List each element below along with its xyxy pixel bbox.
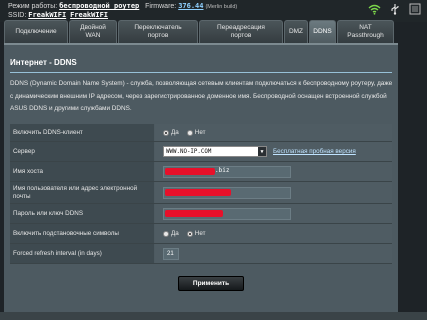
hostname-suffix: .biz — [215, 167, 230, 174]
enable-ddns-value: Да Нет — [155, 124, 392, 141]
ddns-panel: Интернет - DDNS DDNS (Dynamic Domain Nam… — [4, 43, 398, 320]
row-hostname: Имя хоста .biz — [10, 162, 392, 182]
tab-dual-wan[interactable]: Двойной WAN — [69, 20, 117, 43]
enable-no-label: Нет — [194, 129, 206, 136]
wildcard-value: Да Нет — [155, 224, 392, 243]
mode-line: Режим работы: беспроводной роутер Firmwa… — [8, 2, 237, 10]
apply-button[interactable]: Применить — [178, 276, 244, 291]
refresh-interval-label: Forced refresh interval (in days) — [10, 244, 154, 263]
free-trial-link[interactable]: Бесплатная пробная версия — [273, 148, 356, 155]
wifi-icon[interactable] — [368, 4, 381, 15]
status-icons — [368, 3, 421, 15]
server-label: Сервер — [10, 142, 154, 161]
top-header: Режим работы: беспроводной роутер Firmwa… — [0, 0, 427, 22]
row-refresh-interval: Forced refresh interval (in days) 21 — [10, 244, 392, 264]
settings-icon[interactable] — [409, 3, 421, 15]
password-value — [155, 204, 392, 223]
tab-ddns[interactable]: DDNS — [309, 20, 336, 43]
tab-dmz[interactable]: DMZ — [284, 20, 308, 43]
usb-icon[interactable] — [389, 3, 401, 15]
server-select[interactable]: WWW.NO-IP.COM ▼ — [163, 146, 267, 157]
tab-nat-passthrough[interactable]: NAT Passthrough — [337, 20, 394, 43]
radio-selected-icon — [186, 230, 193, 237]
radio-unselected-icon — [163, 230, 169, 237]
wildcard-yes-label: Да — [171, 230, 179, 237]
wildcard-yes-radio[interactable]: Да — [163, 230, 179, 237]
radio-unselected-icon — [186, 129, 193, 136]
row-password: Пароль или ключ DDNS — [10, 204, 392, 224]
enable-no-radio[interactable]: Нет — [186, 129, 206, 136]
username-label: Имя пользователя или адрес электронной п… — [10, 182, 154, 203]
tab-bar: Подключение Двойной WAN Переключатель по… — [4, 20, 394, 43]
chevron-down-icon[interactable]: ▼ — [258, 147, 266, 156]
redaction-mark — [165, 188, 231, 196]
row-enable-ddns: Включить DDNS-клиент Да Нет — [10, 124, 392, 142]
tab-port-forwarding[interactable]: Переадресация портов — [199, 20, 283, 43]
firmware-link[interactable]: 376.44 — [178, 2, 203, 10]
radio-selected-icon — [163, 129, 169, 136]
mode-link[interactable]: беспроводной роутер — [59, 2, 139, 10]
enable-yes-radio[interactable]: Да — [163, 129, 179, 136]
refresh-interval-value: 21 — [155, 244, 392, 263]
row-server: Сервер WWW.NO-IP.COM ▼ Бесплатная пробна… — [10, 142, 392, 162]
title-divider — [10, 72, 392, 73]
page-title: Интернет - DDNS — [10, 58, 77, 67]
enable-ddns-label: Включить DDNS-клиент — [10, 124, 154, 141]
ssid-link-1[interactable]: FreakWIFI — [28, 11, 66, 19]
wildcard-label: Включить подстановочные символы — [10, 224, 154, 243]
ssid-link-2[interactable]: FreakWIFI — [70, 11, 108, 19]
username-field-wrap — [163, 186, 291, 199]
password-field-wrap — [163, 207, 291, 220]
username-value — [155, 182, 392, 203]
ddns-settings-table: Включить DDNS-клиент Да Нет Сервер WWW.N… — [10, 124, 392, 264]
wildcard-no-radio[interactable]: Нет — [186, 230, 206, 237]
server-select-value: WWW.NO-IP.COM — [166, 148, 212, 155]
ssid-label: SSID: — [8, 12, 27, 19]
refresh-interval-input[interactable]: 21 — [163, 247, 179, 260]
hostname-field-wrap: .biz — [163, 165, 291, 178]
hostname-value: .biz — [155, 162, 392, 181]
redaction-mark — [165, 167, 215, 175]
server-value: WWW.NO-IP.COM ▼ Бесплатная пробная верси… — [155, 142, 392, 161]
bottom-strip — [0, 312, 427, 320]
enable-yes-label: Да — [171, 129, 179, 136]
firmware-label: Firmware: — [145, 3, 177, 10]
password-label: Пароль или ключ DDNS — [10, 204, 154, 223]
redaction-mark — [165, 209, 223, 217]
row-username: Имя пользователя или адрес электронной п… — [10, 182, 392, 204]
row-wildcard: Включить подстановочные символы Да Нет — [10, 224, 392, 244]
tab-port-trigger[interactable]: Переключатель портов — [118, 20, 198, 43]
ssid-line: SSID: FreakWIFI FreakWIFI — [8, 11, 108, 19]
mode-label: Режим работы: — [8, 3, 58, 10]
firmware-note: (Merlin build) — [205, 4, 238, 10]
tab-connection[interactable]: Подключение — [4, 20, 68, 43]
wildcard-no-label: Нет — [194, 230, 206, 237]
hostname-label: Имя хоста — [10, 162, 154, 181]
page-description: DDNS (Dynamic Domain Name System) - служ… — [10, 80, 393, 112]
